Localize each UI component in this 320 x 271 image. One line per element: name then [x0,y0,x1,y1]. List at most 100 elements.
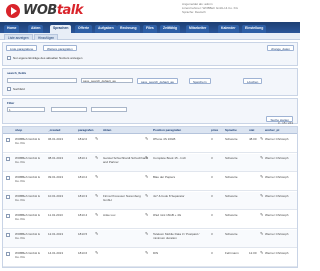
cell-price: 12.00 [249,251,257,255]
search-field-input[interactable] [7,78,77,83]
header-akten[interactable]: Akten [103,128,111,132]
edit-icon[interactable]: ✎ [260,232,264,236]
header-sprache[interactable]: Sprache [225,128,237,132]
cell-created: 14.01.2013 [48,251,64,255]
logo[interactable]: WOBtalk [6,3,101,18]
cell-paragrafen: 1812.0 [78,137,88,141]
nav-tab[interactable]: Einstellung [242,25,267,33]
edit-icon[interactable]: ✎ [145,232,149,236]
edit-icon[interactable]: ✎ [260,213,264,217]
row-checkbox[interactable] [6,195,10,199]
filter-header: Filter [7,101,15,105]
table-row[interactable]: WOBBeh GmbH & Co. KG 14.01.2013 1813.6 ✎… [3,249,297,267]
header-position[interactable]: Position paragrafen [153,128,181,132]
nav-tab[interactable]: Mitarbeiter [186,25,210,33]
change-data-button[interactable]: change_daten [266,45,294,51]
nav-tab[interactable]: Aufgaben [95,25,117,33]
row-checkbox[interactable] [6,252,10,256]
table-row[interactable]: WOBBeh GmbH & Co. KG 06.01.2013 1812.0 ✎… [3,135,297,153]
edit-icon[interactable]: ✎ [95,156,99,160]
edit-icon[interactable]: ✎ [260,156,264,160]
filter-field-1[interactable]: 1 [7,107,45,112]
cell-qty: 3 [211,194,213,198]
play-icon [6,4,20,18]
cell-sprache: Schwerte [225,156,238,160]
nav-tab[interactable]: Rechnung [117,25,140,33]
row-checkbox[interactable] [6,176,10,180]
cell-position: 4x7 & book 8 Separator [153,194,185,198]
search-header: search_fields [7,71,27,75]
edit-icon[interactable]: ✎ [95,175,99,179]
search-option-checkbox[interactable] [7,87,11,91]
user-info: Angemeldet als: admin Lizenznehmer: WOBB… [182,2,292,14]
edit-icon[interactable]: ✎ [145,156,149,160]
cell-position: Blau der Papiers [153,175,176,179]
row-checkbox[interactable] [6,138,10,142]
cell-sprache: Schwerte [225,213,238,217]
nav-tab[interactable]: Akten [28,25,44,33]
nav-tab[interactable]: Files [143,25,157,33]
cell-akten: Anke Lux [103,213,116,217]
table-row[interactable]: WOBBeh GmbH & Co. KG 08.01.2013 1813.1 ✎… [3,154,297,172]
table-row[interactable]: WOBBeh GmbH & Co. KG 10.01.2013 1813.3 ✎… [3,192,297,210]
edit-icon[interactable]: ✎ [95,232,99,236]
cell-shop: WOBBeh GmbH & Co. KG [15,137,40,145]
nav-tab[interactable]: Kalender [218,25,239,33]
edit-icon[interactable]: ✎ [145,213,149,217]
more-tab-button[interactable]: Weitere paragrafen [43,45,77,51]
search-panel: search_fields save_search_default_aa sav… [2,68,298,96]
edit-icon[interactable]: ✎ [95,251,99,255]
cell-paragrafen: 1813.6 [78,251,88,255]
own-entries-checkbox[interactable] [7,56,11,60]
edit-icon[interactable]: ✎ [260,194,264,198]
edit-icon[interactable]: ✎ [95,194,99,198]
header-paragrafen[interactable]: paragrafen [78,128,94,132]
header-worker[interactable]: worker_pt [265,128,279,132]
edit-icon[interactable]: ✎ [145,251,149,255]
edit-icon[interactable]: ✎ [260,137,264,141]
header-shop[interactable]: shop [15,128,22,132]
table-row[interactable]: WOBBeh GmbH & Co. KG 12.01.2013 1813.5 ✎… [3,230,297,248]
nav-tab-active[interactable]: Sprachen [50,25,72,33]
subnav-tab-add[interactable]: Hinzufügen [34,34,59,40]
cell-worker: Werner Christoph [265,251,289,255]
table-row[interactable]: WOBBeh GmbH & Co. KG 09.01.2013 1813.2 ✎… [3,173,297,191]
edit-icon[interactable]: ✎ [145,194,149,198]
filter-field-2[interactable] [51,107,87,112]
cell-created: 08.01.2013 [48,156,64,160]
app-header: WOBtalk Angemeldet als: admin Lizenznehm… [0,0,300,22]
cell-paragrafen: 1813.1 [78,156,88,160]
row-checkbox[interactable] [6,233,10,237]
cell-worker: Werner Christoph [265,232,289,236]
delete-search-button[interactable]: Löschen [243,78,263,84]
edit-icon[interactable]: ✎ [260,175,264,179]
main-nav: Home Akten Sprachen Offerte Aufgaben Rec… [0,22,300,33]
nav-tab-home[interactable]: Home [4,25,20,33]
header-price[interactable]: price [211,128,218,132]
saved-search-select[interactable]: save_search_default_aa [81,78,133,83]
edit-icon[interactable]: ✎ [95,213,99,217]
row-checkbox[interactable] [6,157,10,161]
header-stat[interactable]: stat [249,128,254,132]
subnav-tab-list[interactable]: Liste anzeigen [4,34,33,40]
results-table: 0 - 15 / 243 shop _created paragrafen Ak… [2,121,298,268]
cell-paragrafen: 1813.2 [78,175,88,179]
cell-created: 12.01.2013 [48,232,64,236]
edit-icon[interactable]: ✎ [145,175,149,179]
edit-icon[interactable]: ✎ [145,137,149,141]
user-line: Sprache: Deutsch [182,10,206,14]
row-checkbox[interactable] [6,214,10,218]
list-tab-button[interactable]: Liste paragrafene [6,45,38,51]
own-entries-label: Nur eigene Einträge des aktuellen Nutzer… [13,56,83,60]
edit-icon[interactable]: ✎ [95,137,99,141]
save-search-button[interactable]: save_search_default_aa [137,78,178,84]
nav-tab[interactable]: Zeitfähig [160,25,181,33]
nav-tab[interactable]: Offerte [75,25,93,33]
table-row[interactable]: WOBBeh GmbH & Co. KG 11.01.2013 1813.4 ✎… [3,211,297,229]
edit-icon[interactable]: ✎ [260,251,264,255]
save-search-default-button[interactable]: Speichern [189,78,211,84]
cell-akten: Firma Processor Nuremberg GmbH [103,194,141,202]
header-created[interactable]: _created [48,128,60,132]
logo-text-accent: talk [56,3,84,18]
filter-field-3[interactable] [91,107,127,112]
